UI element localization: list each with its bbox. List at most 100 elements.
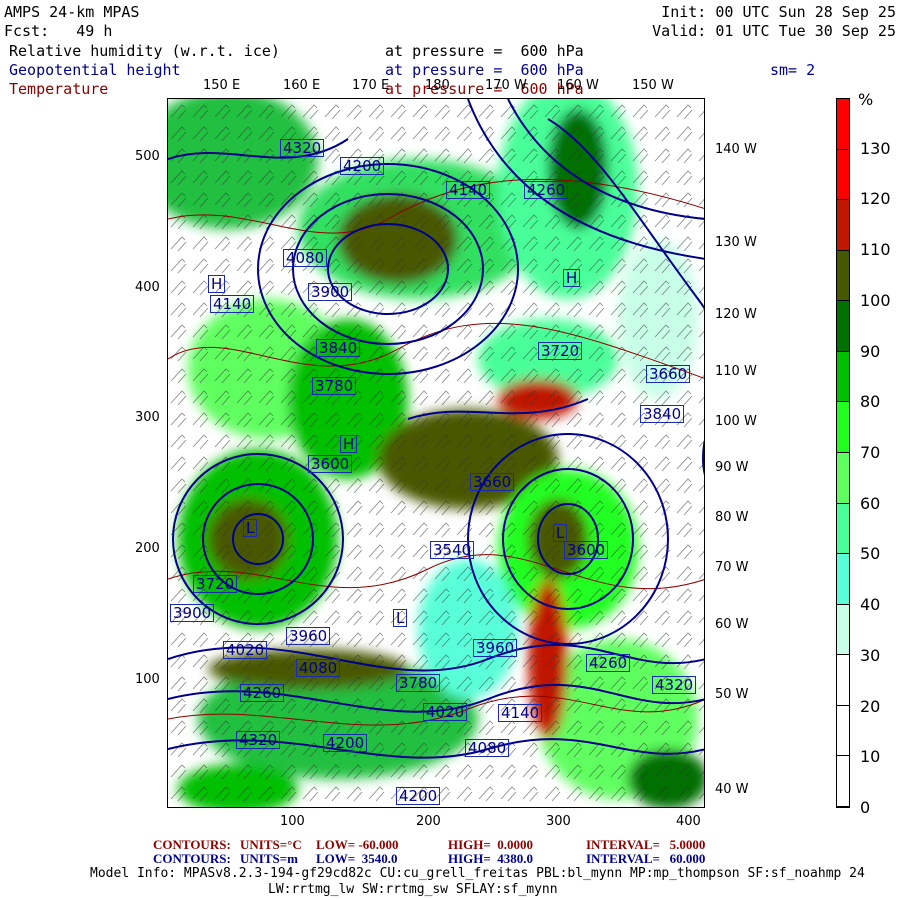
grid-y-label: 500 xyxy=(135,149,160,164)
grid-y-label: 200 xyxy=(135,541,160,556)
colorbar-label: 110 xyxy=(860,240,891,260)
grid-y-label: 100 xyxy=(135,672,160,687)
contour-label: 3900 xyxy=(170,604,215,622)
valid-time: Valid: 01 UTC Tue 30 Sep 25 xyxy=(652,22,896,40)
contour-label: 3660 xyxy=(646,365,691,383)
colorbar-bin xyxy=(837,756,849,807)
colorbar-label: 60 xyxy=(860,493,881,513)
lon-label: 80 W xyxy=(715,510,749,525)
colorbar-label: 80 xyxy=(860,392,881,412)
contour-label: 3720 xyxy=(193,575,238,593)
colorbar-bin xyxy=(837,503,849,555)
field-temp-name: Temperature xyxy=(9,80,109,98)
high-pressure-marker: H xyxy=(563,269,581,287)
model-info: Model Info: MPASv8.2.3-194-gf29cd82c CU:… xyxy=(90,866,865,881)
colorbar-label: 0 xyxy=(860,798,871,817)
grid-x-label: 100 xyxy=(280,814,305,829)
contour-label: 4260 xyxy=(240,684,285,702)
colorbar-bin xyxy=(837,200,849,251)
map-plot-area: 4320 4200 4140 4260 4140 4080 3900 3840 … xyxy=(167,98,705,808)
contour-label: 3720 xyxy=(538,342,583,360)
contour-label: 4200 xyxy=(340,157,385,175)
grid-x-label: 300 xyxy=(546,814,571,829)
weather-map-figure: AMPS 24-km MPAS Fcst: 49 h Init: 00 UTC … xyxy=(0,0,900,900)
contour-label: 3840 xyxy=(640,405,685,423)
contour-label: 4020 xyxy=(423,703,468,721)
contour-label: 4140 xyxy=(498,704,543,722)
contour-label: 3960 xyxy=(473,639,518,657)
grid-y-label: 400 xyxy=(135,280,160,295)
rh-colorbar xyxy=(836,98,850,808)
lon-label: 110 W xyxy=(715,364,757,379)
lon-label: 120 W xyxy=(715,307,757,322)
contour-label: 3600 xyxy=(564,541,609,559)
grid-x-label: 200 xyxy=(416,814,441,829)
height-contours-label: CONTOURS: xyxy=(153,851,231,866)
height-interval: INTERVAL= 60.000 xyxy=(586,851,706,866)
init-time: Init: 00 UTC Sun 28 Sep 25 xyxy=(661,3,896,21)
contour-label: 3780 xyxy=(312,377,357,395)
lon-label: 100 W xyxy=(715,414,757,429)
contour-label: 3600 xyxy=(308,455,353,473)
model-info-physics: LW:rrtmg_lw SW:rrtmg_sw SFLAY:sf_mynn xyxy=(268,882,558,897)
high-pressure-marker: H xyxy=(340,435,358,453)
contour-label: 4080 xyxy=(465,739,510,757)
contour-label: 3660 xyxy=(470,473,515,491)
contour-label: 4200 xyxy=(323,734,368,752)
grid-y-label: 300 xyxy=(135,410,160,425)
colorbar-label: 10 xyxy=(860,747,881,767)
height-low: LOW= 3540.0 xyxy=(316,851,398,866)
contour-label: 4320 xyxy=(652,676,697,694)
lon-label: 160 E xyxy=(283,78,321,93)
contour-label: 3960 xyxy=(286,627,331,645)
colorbar-unit: % xyxy=(858,90,874,109)
contour-label: 4200 xyxy=(396,787,441,805)
colorbar-label: 90 xyxy=(860,341,881,361)
contour-label: 3540 xyxy=(430,541,475,559)
contour-label: 4320 xyxy=(236,731,281,749)
lon-label: 40 W xyxy=(715,782,749,797)
lon-label: 60 W xyxy=(715,617,749,632)
contour-label: 4020 xyxy=(223,641,268,659)
lon-label: 50 W xyxy=(715,687,749,702)
lon-label: 150 W xyxy=(632,78,674,93)
colorbar-label: 20 xyxy=(860,696,881,716)
forecast-hour: Fcst: 49 h xyxy=(4,22,113,40)
model-title: AMPS 24-km MPAS xyxy=(4,3,140,21)
contour-label: 4320 xyxy=(280,139,325,157)
colorbar-bin xyxy=(837,402,849,453)
contour-label: 3840 xyxy=(316,339,361,357)
colorbar-bin xyxy=(837,452,849,504)
field-height-name: Geopotential height xyxy=(9,61,181,79)
colorbar-bin xyxy=(837,301,849,352)
colorbar-bin xyxy=(837,705,849,757)
contour-label: 4140 xyxy=(446,181,491,199)
lon-label: 130 W xyxy=(715,235,757,250)
colorbar-bin xyxy=(837,604,849,656)
colorbar-label: 30 xyxy=(860,645,881,665)
field-height-level: at pressure = 600 hPa xyxy=(385,61,584,79)
height-units: UNITS=m xyxy=(240,851,298,866)
lon-label: 170 W xyxy=(485,78,527,93)
colorbar-label: 50 xyxy=(860,544,881,564)
contour-label: 4080 xyxy=(283,249,328,267)
lon-label: 140 W xyxy=(715,142,757,157)
low-pressure-marker: L xyxy=(553,524,568,542)
contour-label: 3780 xyxy=(396,674,441,692)
lon-label: 180 xyxy=(425,78,450,93)
colorbar-label: 70 xyxy=(860,443,881,462)
lon-label: 90 W xyxy=(715,460,749,475)
field-rh-level: at pressure = 600 hPa xyxy=(385,42,584,60)
grid-x-label: 400 xyxy=(676,814,701,829)
height-high: HIGH= 4380.0 xyxy=(448,851,534,866)
contour-label: 4140 xyxy=(210,295,255,313)
colorbar-label: 100 xyxy=(860,290,891,310)
contour-label: 4080 xyxy=(296,659,341,677)
contour-label: 3900 xyxy=(308,283,353,301)
lon-label: 160 W xyxy=(557,78,599,93)
colorbar-label: 120 xyxy=(860,189,891,209)
colorbar-bin xyxy=(837,351,849,403)
low-pressure-marker: L xyxy=(243,519,258,537)
contour-label: 4260 xyxy=(524,181,569,199)
low-pressure-marker: L xyxy=(393,609,408,627)
